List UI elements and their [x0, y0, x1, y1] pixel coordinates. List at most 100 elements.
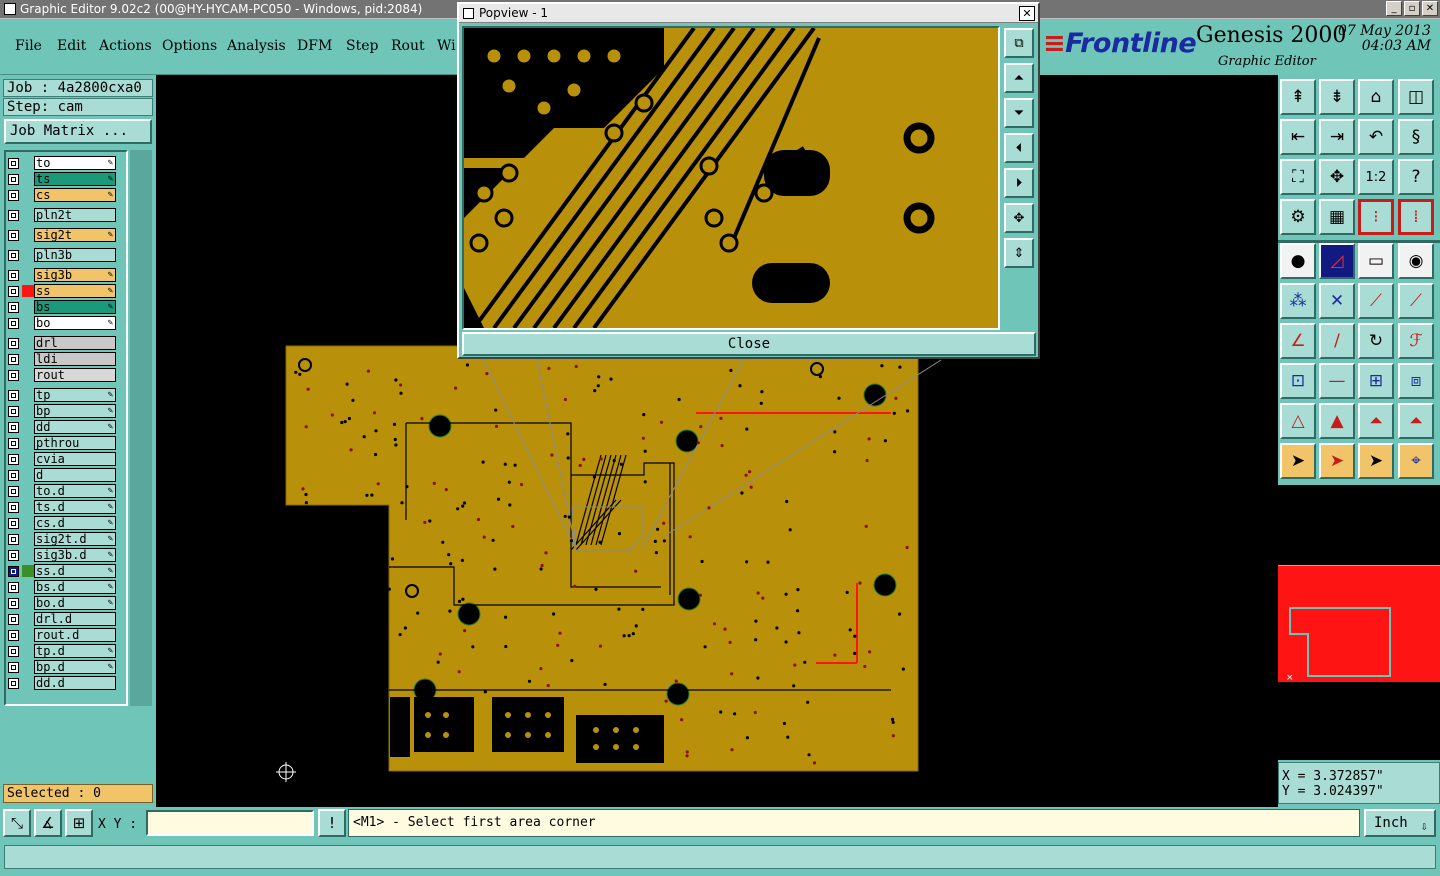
info-icon[interactable]: !	[318, 809, 346, 837]
connect-icon[interactable]: ⁂	[1280, 283, 1316, 319]
popview-tool-1-icon[interactable]: ⧉	[1004, 28, 1034, 58]
layer-row-to[interactable]: to ✎	[8, 156, 116, 170]
layer-name[interactable]: to ✎	[34, 156, 116, 170]
layer-name[interactable]: rout.d	[34, 628, 116, 642]
shapes-icon[interactable]: ⧈	[1398, 363, 1434, 399]
layer-name[interactable]: ss ✎	[34, 284, 116, 298]
layer-checkbox[interactable]	[8, 533, 19, 545]
layer-row-dd[interactable]: dd ✎	[8, 420, 116, 434]
popview-tool-2-icon[interactable]: ⏶	[1004, 63, 1034, 93]
layer-checkbox[interactable]	[8, 249, 19, 261]
layer-row-sig3b[interactable]: sig3b ✎	[8, 268, 116, 282]
pointer-icon[interactable]: ➤	[1280, 443, 1316, 479]
snap-alt-icon[interactable]: ⁞	[1398, 199, 1434, 235]
layer-row-ts[interactable]: ts ✎	[8, 172, 116, 186]
layer-checkbox[interactable]	[8, 389, 19, 401]
measure-icon[interactable]: ◿	[1319, 243, 1355, 279]
menu-rout[interactable]: Rout	[391, 38, 425, 54]
layer-name[interactable]: pthrou	[34, 436, 116, 450]
layer-checkbox[interactable]	[8, 677, 19, 689]
pointer-add-icon[interactable]: ➤	[1358, 443, 1394, 479]
layer-checkbox[interactable]	[8, 549, 19, 561]
settings-icon[interactable]: ⚙	[1280, 199, 1316, 235]
angle-snap-icon[interactable]: ∡	[34, 809, 62, 837]
layer-checkbox[interactable]	[8, 469, 19, 481]
layer-row-drl-d[interactable]: drl.d	[8, 612, 116, 626]
pointer-net-icon[interactable]: ⌖	[1398, 443, 1434, 479]
layer-row-bo-d[interactable]: bo.d ✎	[8, 596, 116, 610]
popview-canvas[interactable]	[462, 26, 1000, 330]
xy-input[interactable]	[146, 810, 314, 836]
layer-checkbox[interactable]	[8, 597, 19, 609]
zoom-home-icon[interactable]: ⇞	[1280, 79, 1316, 115]
popview-close-icon[interactable]: ✕	[1019, 6, 1035, 21]
hline-icon[interactable]: —	[1319, 363, 1355, 399]
layer-checkbox[interactable]	[8, 517, 19, 529]
angle-icon[interactable]: ∠	[1280, 323, 1316, 359]
layer-name[interactable]: sig3b.d ✎	[34, 548, 116, 562]
polygon-alt-icon[interactable]: ⏶	[1398, 403, 1434, 439]
move-icon[interactable]: ⊡	[1280, 363, 1316, 399]
layer-checkbox[interactable]	[8, 285, 19, 297]
layer-row-pthrou[interactable]: pthrou	[8, 436, 116, 450]
layer-name[interactable]: tp.d ✎	[34, 644, 116, 658]
layer-checkbox[interactable]	[8, 453, 19, 465]
layer-checkbox[interactable]	[8, 317, 19, 329]
layer-name[interactable]: sig2t ✎	[34, 228, 116, 242]
pad-icon[interactable]: ◉	[1398, 243, 1434, 279]
pan-right-icon[interactable]: ⇥	[1319, 119, 1355, 155]
layer-row-bp[interactable]: bp ✎	[8, 404, 116, 418]
menu-dfm[interactable]: DFM	[297, 38, 332, 54]
menu-options[interactable]: Options	[162, 38, 217, 54]
layer-row-rout[interactable]: rout	[8, 368, 116, 382]
layer-name[interactable]: sig3b ✎	[34, 268, 116, 282]
layer-checkbox[interactable]	[8, 269, 19, 281]
layer-row-tp[interactable]: tp ✎	[8, 388, 116, 402]
maximize-button[interactable]: ▫	[1404, 1, 1420, 16]
job-matrix-button[interactable]: Job Matrix ...	[4, 119, 152, 144]
layer-checkbox[interactable]	[8, 229, 19, 241]
layer-row-cs[interactable]: cs ✎	[8, 188, 116, 202]
layer-row-bs-d[interactable]: bs.d ✎	[8, 580, 116, 594]
layer-row-cs-d[interactable]: cs.d ✎	[8, 516, 116, 530]
layer-checkbox[interactable]	[8, 613, 19, 625]
layer-checkbox[interactable]	[8, 485, 19, 497]
grid-icon[interactable]: ▦	[1319, 199, 1355, 235]
ratio-icon[interactable]: 1:2	[1358, 159, 1394, 195]
line-icon[interactable]: ⟋	[1358, 283, 1394, 319]
popview-fit-icon[interactable]: ✥	[1004, 203, 1034, 233]
minimize-button[interactable]: _	[1386, 1, 1402, 16]
layer-name[interactable]: tp ✎	[34, 388, 116, 402]
menu-step[interactable]: Step	[346, 38, 378, 54]
grid-snap-icon[interactable]: ⊞	[65, 809, 93, 837]
popview-zoom-icon[interactable]: ⇕	[1004, 238, 1034, 268]
layer-checkbox[interactable]	[8, 301, 19, 313]
home-icon[interactable]: ⌂	[1358, 79, 1394, 115]
layer-name[interactable]: bp ✎	[34, 404, 116, 418]
snap-icon[interactable]: ⁝	[1358, 199, 1394, 235]
layer-name[interactable]: cs.d ✎	[34, 516, 116, 530]
slash-icon[interactable]: /	[1319, 323, 1355, 359]
menu-edit[interactable]: Edit	[57, 38, 86, 54]
popview-tool-5-icon[interactable]: ⏵	[1004, 168, 1034, 198]
help-icon[interactable]: ?	[1398, 159, 1434, 195]
layer-name[interactable]: ts ✎	[34, 172, 116, 186]
menu-analysis[interactable]: Analysis	[227, 38, 286, 54]
layer-name[interactable]: bs ✎	[34, 300, 116, 314]
layer-list-scroll-area[interactable]	[130, 150, 152, 706]
cross-icon[interactable]: ✕	[1319, 283, 1355, 319]
layer-name[interactable]: to.d ✎	[34, 484, 116, 498]
layer-row-sig2t-d[interactable]: sig2t.d ✎	[8, 532, 116, 546]
layer-row-tp-d[interactable]: tp.d ✎	[8, 644, 116, 658]
layer-checkbox[interactable]	[8, 421, 19, 433]
layer-checkbox[interactable]	[8, 209, 19, 221]
layer-checkbox[interactable]	[8, 565, 19, 577]
layer-name[interactable]: rout	[34, 368, 116, 382]
layer-row-d[interactable]: d	[8, 468, 116, 482]
layer-name[interactable]: bo.d ✎	[34, 596, 116, 610]
layer-row-bs[interactable]: bs ✎	[8, 300, 116, 314]
layer-name[interactable]: dd ✎	[34, 420, 116, 434]
close-window-button[interactable]: ✕	[1422, 1, 1438, 16]
menu-file[interactable]: File	[15, 38, 42, 54]
layer-name[interactable]: cs ✎	[34, 188, 116, 202]
